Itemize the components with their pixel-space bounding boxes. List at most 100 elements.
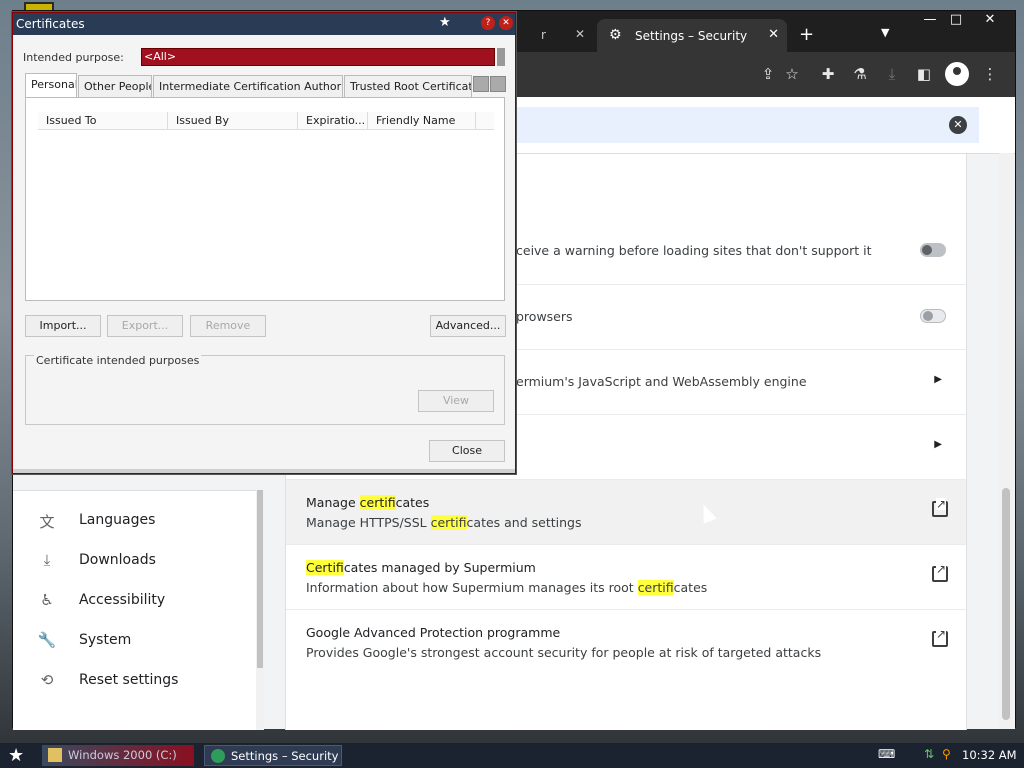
folder-icon [48,748,62,762]
advanced-button[interactable]: Advanced... [430,315,506,337]
dialog-title: Certificates [16,17,85,31]
new-tab-button[interactable]: + [799,24,814,45]
chevron-right-icon: ▶ [934,439,942,450]
sidebar-scrollbar[interactable] [256,490,264,730]
setting-description: Provides Google's strongest account secu… [306,645,822,660]
sidebar-item-label: Reset settings [79,672,179,688]
sidebar-item-system[interactable]: 🔧 System [13,621,253,661]
tab-close-icon[interactable]: ✕ [575,27,585,41]
main-scrollbar[interactable] [999,153,1013,729]
intended-purpose-label: Intended purpose: [23,51,124,64]
scrollbar-thumb[interactable] [257,490,263,668]
tab-trusted-root[interactable]: Trusted Root Certification [344,75,472,97]
setting-description: prowsers [516,309,573,324]
maximize-icon[interactable]: □ [943,11,969,31]
help-icon[interactable]: ? [481,16,495,30]
browser-icon [211,749,225,763]
tab-personal[interactable]: Personal [25,73,77,98]
setting-title: Manage certificates [306,495,430,510]
open-external-icon[interactable] [932,628,948,647]
column-issued-by[interactable]: Issued By [168,112,298,130]
setting-title: Certificates managed by Supermium [306,560,536,575]
certificate-list-pane: Issued To Issued By Expiratio... Friendl… [25,97,505,301]
column-expiration[interactable]: Expiratio... [298,112,368,130]
export-button[interactable]: Export... [107,315,183,337]
start-star-icon[interactable]: ★ [8,745,24,766]
search-icon[interactable]: ⚲ [942,747,951,761]
dialog-title-bar: Certificates ★ ? ✕ [13,13,515,35]
open-external-icon[interactable] [932,498,948,517]
setting-row-manage-certificates[interactable]: Manage certificates Manage HTTPS/SSL cer… [286,479,966,544]
sidebar-item-accessibility[interactable]: ♿ Accessibility [13,581,253,621]
keyboard-icon[interactable]: ⌨ [878,747,895,761]
extensions-puzzle-icon[interactable]: ✚ [817,65,839,83]
share-icon[interactable]: ⇪ [757,65,779,83]
tab-scroll-left-icon[interactable] [473,76,489,92]
column-issued-to[interactable]: Issued To [38,112,168,130]
download-icon[interactable]: ⤓ [881,65,903,83]
import-button[interactable]: Import... [25,315,101,337]
sidebar-item-reset-settings[interactable]: ⟲ Reset settings [13,661,253,701]
certificate-purposes-group: Certificate intended purposes View [25,354,505,425]
tab-settings-security[interactable]: ⚙ Settings – Security ✕ [597,19,787,52]
download-icon: ⤓ [43,551,51,569]
certificates-dialog: Certificates ★ ? ✕ Intended purpose: <Al… [12,12,516,474]
sidebar-item-languages[interactable]: 文 Languages [13,501,253,541]
setting-title: Google Advanced Protection programme [306,625,561,640]
gear-icon: ⚙ [609,27,622,43]
column-friendly-name[interactable]: Friendly Name [368,112,476,130]
open-external-icon[interactable] [932,563,948,582]
reset-icon: ⟲ [40,671,54,689]
close-button[interactable]: Close [429,440,505,462]
chevron-right-icon: ▶ [934,374,942,385]
tab-scroll-right-icon[interactable] [490,76,506,92]
view-button[interactable]: View [418,390,494,412]
taskbar-item-explorer[interactable]: Windows 2000 (C:) [42,745,194,766]
taskbar-item-label: Windows 2000 (C:) [68,748,177,762]
setting-row-certificates-managed[interactable]: Certificates managed by Supermium Inform… [286,544,966,609]
sidebar-item-label: Downloads [79,552,156,568]
setting-description: ermium's JavaScript and WebAssembly engi… [516,374,807,389]
tab-other-people[interactable]: Other People [78,75,152,97]
side-panel-icon[interactable]: ◧ [913,65,935,83]
close-icon[interactable]: ✕ [499,16,513,30]
sidebar-item-label: Languages [79,512,156,528]
setting-description: Manage HTTPS/SSL certificates and settin… [306,515,582,530]
menu-kebab-icon[interactable]: ⋮ [979,65,1001,83]
tab-label: Settings – Security [635,29,748,43]
network-icon[interactable]: ⇅ [924,747,934,761]
tab-intermediate-cas[interactable]: Intermediate Certification Authorities [153,75,343,97]
accessibility-icon: ♿ [40,591,54,609]
clock[interactable]: 10:32 AM [962,748,1017,762]
remove-button[interactable]: Remove [190,315,266,337]
clear-search-icon[interactable]: ✕ [949,116,967,134]
sidebar-item-downloads[interactable]: ⤓ Downloads [13,541,253,581]
wrench-icon: 🔧 [37,631,57,649]
setting-row-advanced-protection[interactable]: Google Advanced Protection programme Pro… [286,609,966,674]
dropdown-scroll[interactable] [497,48,505,66]
pin-star-icon[interactable]: ★ [439,15,451,30]
close-window-icon[interactable]: ✕ [977,11,1003,31]
taskbar: ★ Windows 2000 (C:) Settings – Security … [0,743,1024,768]
profile-avatar[interactable] [945,62,969,86]
setting-toggle[interactable] [920,309,946,323]
https-toggle[interactable] [920,243,946,257]
minimize-icon[interactable]: — [917,11,943,31]
dialog-bottom-border [13,469,515,473]
sidebar-item-label: Accessibility [79,592,166,608]
setting-description: ceive a warning before loading sites tha… [516,243,872,258]
scrollbar-thumb[interactable] [1002,488,1010,720]
sidebar-item-label: System [79,632,132,648]
tab-search-chevron-icon[interactable]: ▼ [881,26,889,39]
search-input[interactable] [513,107,979,143]
labs-flask-icon[interactable]: ⚗ [849,65,871,83]
certificate-list-header: Issued To Issued By Expiratio... Friendl… [38,112,494,130]
bookmark-star-icon[interactable]: ☆ [781,65,803,83]
intended-purpose-select[interactable]: <All> [141,48,495,66]
purposes-group-label: Certificate intended purposes [34,354,202,367]
taskbar-item-label: Settings – Security ... [231,749,342,763]
tab-label: r [541,28,546,42]
translate-icon: 文 [39,513,55,531]
taskbar-item-browser[interactable]: Settings – Security ... [204,745,342,766]
tab-close-icon[interactable]: ✕ [768,27,779,42]
